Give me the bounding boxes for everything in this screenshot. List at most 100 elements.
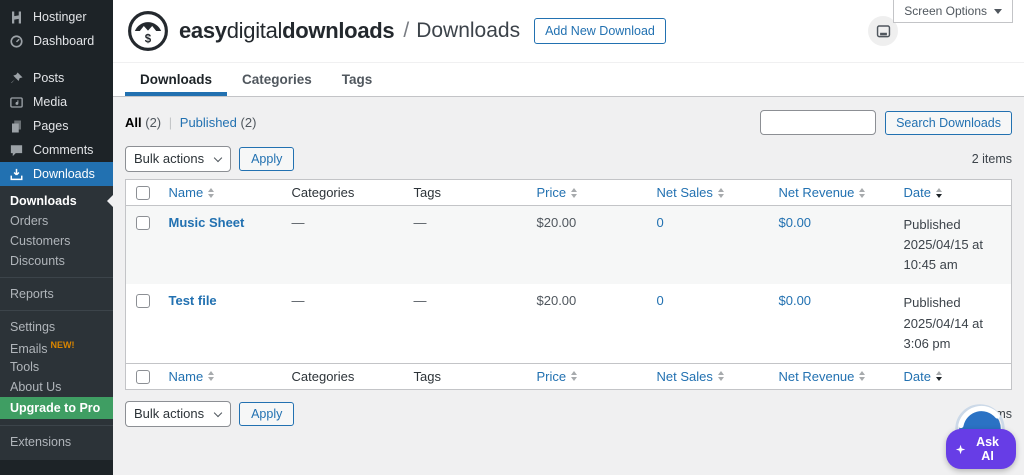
table-header-row: Name Categories Tags Price Net Sales Net… [126, 180, 1012, 206]
search-downloads-button[interactable]: Search Downloads [885, 111, 1012, 135]
column-header-date[interactable]: Date [894, 180, 1012, 206]
cell-categories: — [282, 206, 404, 285]
sidebar-item-pages[interactable]: Pages [0, 114, 113, 138]
sidebar-item-downloads[interactable]: Downloads [0, 162, 113, 186]
screen-options-button[interactable]: Screen Options [893, 0, 1013, 23]
sort-icon [208, 188, 214, 198]
sidebar-separator [0, 53, 113, 66]
new-badge: NEW! [51, 340, 75, 350]
items-count: 2 items [972, 152, 1012, 166]
submenu-item-orders[interactable]: Orders [0, 211, 113, 231]
ask-ai-button[interactable]: Ask AI [946, 429, 1016, 469]
filter-published-link[interactable]: Published [180, 115, 237, 130]
cell-tags: — [404, 284, 527, 363]
comment-icon [9, 143, 24, 158]
column-header-categories: Categories [282, 180, 404, 206]
column-header-price[interactable]: Price [527, 180, 647, 206]
select-all-checkbox[interactable] [136, 186, 150, 200]
submenu-item-reports[interactable]: Reports [0, 284, 113, 304]
row-checkbox[interactable] [136, 294, 150, 308]
column-footer-tags: Tags [404, 363, 527, 389]
cell-price: $20.00 [527, 206, 647, 285]
table-row: Music Sheet — — $20.00 0 $0.00 Published… [126, 206, 1012, 285]
sort-icon [718, 188, 724, 198]
plugin-header: $ easydigitaldownloads / Downloads Add N… [113, 0, 1024, 62]
media-icon [9, 95, 24, 110]
column-footer-price[interactable]: Price [527, 363, 647, 389]
tab-tags[interactable]: Tags [327, 63, 388, 96]
net-sales-link[interactable]: 0 [657, 293, 664, 308]
laptop-icon [875, 23, 892, 40]
column-footer-date[interactable]: Date [894, 363, 1012, 389]
download-name-link[interactable]: Music Sheet [169, 215, 245, 230]
pin-icon [9, 71, 24, 86]
submenu-divider [0, 277, 113, 278]
column-header-name[interactable]: Name [159, 180, 282, 206]
submenu-item-settings[interactable]: Settings [0, 317, 113, 337]
downloads-table: Name Categories Tags Price Net Sales Net… [125, 179, 1012, 390]
apply-button[interactable]: Apply [239, 402, 294, 426]
ask-ai-widget: Ask AI [944, 403, 1016, 469]
column-footer-net-sales[interactable]: Net Sales [647, 363, 769, 389]
apply-button[interactable]: Apply [239, 147, 294, 171]
submenu-item-customers[interactable]: Customers [0, 231, 113, 251]
chevron-down-icon [994, 9, 1002, 14]
submenu-item-discounts[interactable]: Discounts [0, 251, 113, 271]
submenu-item-emails[interactable]: EmailsNEW! [0, 337, 113, 357]
sort-icon [208, 371, 214, 381]
submenu-item-extensions[interactable]: Extensions [0, 432, 113, 452]
submenu-item-about-us[interactable]: About Us [0, 377, 113, 397]
sort-icon-active [936, 188, 942, 198]
net-revenue-link[interactable]: $0.00 [779, 215, 812, 230]
dashboard-icon [9, 34, 24, 49]
sort-icon [571, 371, 577, 381]
date-text: 2025/04/15 at 10:45 am [904, 235, 1002, 275]
download-name-link[interactable]: Test file [169, 293, 217, 308]
sort-icon [571, 188, 577, 198]
column-header-net-sales[interactable]: Net Sales [647, 180, 769, 206]
content-area: Screen Options $ easydigitaldownloads / … [113, 0, 1024, 475]
tab-downloads[interactable]: Downloads [125, 63, 227, 96]
sort-icon [859, 371, 865, 381]
filter-all-link[interactable]: All [125, 115, 142, 130]
add-new-download-button[interactable]: Add New Download [534, 18, 666, 44]
row-checkbox[interactable] [136, 216, 150, 230]
table-footer-row: Name Categories Tags Price Net Sales Net… [126, 363, 1012, 389]
bottom-toolbar: Bulk actions Apply 2 items [125, 401, 1012, 427]
top-toolbar: Bulk actions Apply 2 items [125, 146, 1012, 172]
net-revenue-link[interactable]: $0.00 [779, 293, 812, 308]
tab-categories[interactable]: Categories [227, 63, 327, 96]
search-input[interactable] [760, 110, 876, 135]
sort-icon [718, 371, 724, 381]
sidebar-item-hostinger[interactable]: Hostinger [0, 5, 113, 29]
submenu-item-downloads[interactable]: Downloads [0, 191, 113, 211]
select-all-checkbox[interactable] [136, 370, 150, 384]
cell-price: $20.00 [527, 284, 647, 363]
tab-bar: Downloads Categories Tags [113, 62, 1024, 97]
chevron-down-icon [214, 154, 222, 162]
column-header-net-revenue[interactable]: Net Revenue [769, 180, 894, 206]
submenu-item-upgrade-to-pro[interactable]: Upgrade to Pro [0, 397, 113, 419]
chevron-down-icon [214, 409, 222, 417]
column-footer-name[interactable]: Name [159, 363, 282, 389]
column-header-tags: Tags [404, 180, 527, 206]
bulk-actions-select[interactable]: Bulk actions [125, 401, 231, 427]
sidebar-item-comments[interactable]: Comments [0, 138, 113, 162]
column-footer-categories: Categories [282, 363, 404, 389]
net-sales-link[interactable]: 0 [657, 215, 664, 230]
sidebar-item-media[interactable]: Media [0, 90, 113, 114]
column-footer-net-revenue[interactable]: Net Revenue [769, 363, 894, 389]
status-filters: All (2) | Published (2) [125, 115, 256, 130]
sidebar-item-posts[interactable]: Posts [0, 66, 113, 90]
brand-name: easydigitaldownloads [179, 18, 394, 44]
bulk-actions-select[interactable]: Bulk actions [125, 146, 231, 172]
search-box: Search Downloads [760, 110, 1012, 135]
breadcrumb-separator: / [403, 19, 409, 43]
sidebar-item-dashboard[interactable]: Dashboard [0, 29, 113, 53]
hostinger-icon [9, 10, 24, 25]
submenu-item-tools[interactable]: Tools [0, 357, 113, 377]
sort-icon-active [936, 371, 942, 381]
edd-logo: $ [127, 10, 169, 52]
cell-categories: — [282, 284, 404, 363]
svg-text:$: $ [145, 34, 152, 46]
